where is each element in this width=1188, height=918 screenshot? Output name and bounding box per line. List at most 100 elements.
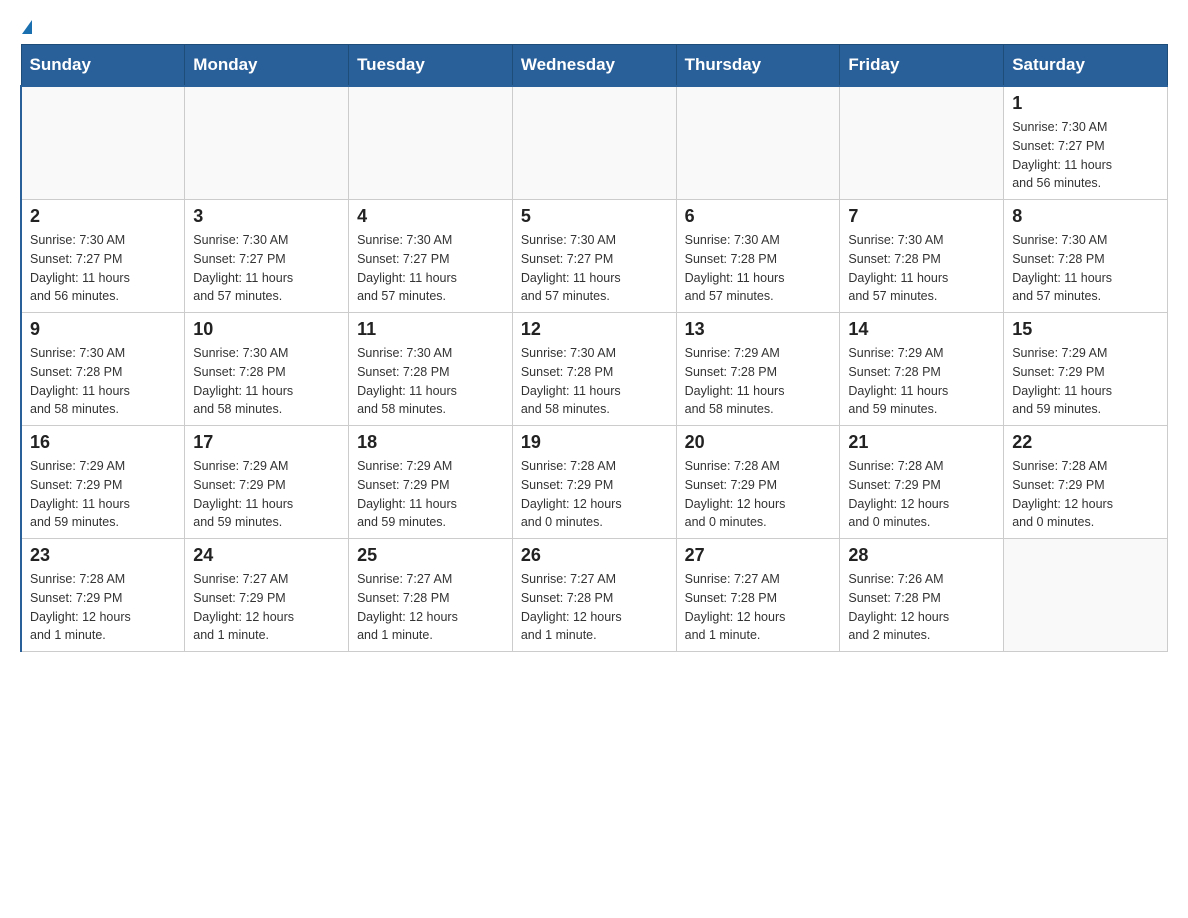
calendar-table: SundayMondayTuesdayWednesdayThursdayFrid…: [20, 44, 1168, 652]
day-number: 19: [521, 432, 668, 453]
day-info: Sunrise: 7:29 AM Sunset: 7:28 PM Dayligh…: [848, 344, 995, 419]
calendar-cell: 27 Sunrise: 7:27 AM Sunset: 7:28 PM Dayli…: [676, 539, 840, 652]
day-info: Sunrise: 7:30 AM Sunset: 7:28 PM Dayligh…: [1012, 231, 1159, 306]
calendar-week-row: 9 Sunrise: 7:30 AM Sunset: 7:28 PM Daylig…: [21, 313, 1168, 426]
day-info: Sunrise: 7:30 AM Sunset: 7:27 PM Dayligh…: [30, 231, 176, 306]
day-info: Sunrise: 7:29 AM Sunset: 7:28 PM Dayligh…: [685, 344, 832, 419]
day-number: 23: [30, 545, 176, 566]
day-number: 1: [1012, 93, 1159, 114]
day-info: Sunrise: 7:27 AM Sunset: 7:28 PM Dayligh…: [357, 570, 504, 645]
day-info: Sunrise: 7:30 AM Sunset: 7:28 PM Dayligh…: [30, 344, 176, 419]
calendar-cell: 12 Sunrise: 7:30 AM Sunset: 7:28 PM Dayli…: [512, 313, 676, 426]
calendar-cell: 23 Sunrise: 7:28 AM Sunset: 7:29 PM Dayli…: [21, 539, 185, 652]
day-info: Sunrise: 7:30 AM Sunset: 7:28 PM Dayligh…: [357, 344, 504, 419]
calendar-cell: [676, 86, 840, 200]
day-number: 22: [1012, 432, 1159, 453]
calendar-cell: 16 Sunrise: 7:29 AM Sunset: 7:29 PM Dayli…: [21, 426, 185, 539]
day-info: Sunrise: 7:30 AM Sunset: 7:27 PM Dayligh…: [521, 231, 668, 306]
logo-triangle-icon: [22, 20, 32, 34]
day-number: 18: [357, 432, 504, 453]
logo: [20, 20, 32, 34]
day-number: 13: [685, 319, 832, 340]
day-number: 10: [193, 319, 340, 340]
calendar-body: 1 Sunrise: 7:30 AM Sunset: 7:27 PM Daylig…: [21, 86, 1168, 652]
weekday-header-thursday: Thursday: [676, 45, 840, 87]
day-info: Sunrise: 7:27 AM Sunset: 7:28 PM Dayligh…: [685, 570, 832, 645]
day-info: Sunrise: 7:29 AM Sunset: 7:29 PM Dayligh…: [357, 457, 504, 532]
calendar-cell: [21, 86, 185, 200]
calendar-week-row: 16 Sunrise: 7:29 AM Sunset: 7:29 PM Dayli…: [21, 426, 1168, 539]
day-info: Sunrise: 7:30 AM Sunset: 7:27 PM Dayligh…: [193, 231, 340, 306]
weekday-header-sunday: Sunday: [21, 45, 185, 87]
day-number: 17: [193, 432, 340, 453]
calendar-cell: 28 Sunrise: 7:26 AM Sunset: 7:28 PM Dayli…: [840, 539, 1004, 652]
day-info: Sunrise: 7:26 AM Sunset: 7:28 PM Dayligh…: [848, 570, 995, 645]
calendar-cell: 11 Sunrise: 7:30 AM Sunset: 7:28 PM Dayli…: [349, 313, 513, 426]
day-number: 16: [30, 432, 176, 453]
calendar-cell: 4 Sunrise: 7:30 AM Sunset: 7:27 PM Daylig…: [349, 200, 513, 313]
day-info: Sunrise: 7:28 AM Sunset: 7:29 PM Dayligh…: [30, 570, 176, 645]
weekday-header-wednesday: Wednesday: [512, 45, 676, 87]
day-info: Sunrise: 7:30 AM Sunset: 7:27 PM Dayligh…: [357, 231, 504, 306]
day-info: Sunrise: 7:28 AM Sunset: 7:29 PM Dayligh…: [1012, 457, 1159, 532]
day-number: 25: [357, 545, 504, 566]
day-info: Sunrise: 7:28 AM Sunset: 7:29 PM Dayligh…: [685, 457, 832, 532]
day-info: Sunrise: 7:30 AM Sunset: 7:28 PM Dayligh…: [685, 231, 832, 306]
day-number: 9: [30, 319, 176, 340]
day-number: 3: [193, 206, 340, 227]
calendar-cell: [349, 86, 513, 200]
calendar-cell: 1Sunrise: 7:30 AM Sunset: 7:27 PM Daylig…: [1004, 86, 1168, 200]
calendar-cell: 22 Sunrise: 7:28 AM Sunset: 7:29 PM Dayli…: [1004, 426, 1168, 539]
calendar-cell: 3 Sunrise: 7:30 AM Sunset: 7:27 PM Daylig…: [185, 200, 349, 313]
weekday-header-monday: Monday: [185, 45, 349, 87]
day-info: Sunrise: 7:27 AM Sunset: 7:29 PM Dayligh…: [193, 570, 340, 645]
day-number: 14: [848, 319, 995, 340]
calendar-cell: 17 Sunrise: 7:29 AM Sunset: 7:29 PM Dayli…: [185, 426, 349, 539]
day-number: 5: [521, 206, 668, 227]
weekday-header-tuesday: Tuesday: [349, 45, 513, 87]
calendar-cell: [840, 86, 1004, 200]
day-number: 26: [521, 545, 668, 566]
day-number: 27: [685, 545, 832, 566]
day-number: 21: [848, 432, 995, 453]
calendar-cell: 25 Sunrise: 7:27 AM Sunset: 7:28 PM Dayli…: [349, 539, 513, 652]
day-info: Sunrise: 7:30 AM Sunset: 7:28 PM Dayligh…: [193, 344, 340, 419]
calendar-cell: 14 Sunrise: 7:29 AM Sunset: 7:28 PM Dayli…: [840, 313, 1004, 426]
day-info: Sunrise: 7:29 AM Sunset: 7:29 PM Dayligh…: [30, 457, 176, 532]
calendar-cell: 10 Sunrise: 7:30 AM Sunset: 7:28 PM Dayli…: [185, 313, 349, 426]
calendar-header: SundayMondayTuesdayWednesdayThursdayFrid…: [21, 45, 1168, 87]
day-number: 11: [357, 319, 504, 340]
calendar-cell: 20 Sunrise: 7:28 AM Sunset: 7:29 PM Dayli…: [676, 426, 840, 539]
day-number: 7: [848, 206, 995, 227]
day-info: Sunrise: 7:27 AM Sunset: 7:28 PM Dayligh…: [521, 570, 668, 645]
calendar-cell: [512, 86, 676, 200]
day-number: 15: [1012, 319, 1159, 340]
day-number: 12: [521, 319, 668, 340]
calendar-week-row: 23 Sunrise: 7:28 AM Sunset: 7:29 PM Dayli…: [21, 539, 1168, 652]
day-number: 20: [685, 432, 832, 453]
calendar-cell: 15Sunrise: 7:29 AM Sunset: 7:29 PM Dayli…: [1004, 313, 1168, 426]
weekday-header-friday: Friday: [840, 45, 1004, 87]
calendar-cell: 7 Sunrise: 7:30 AM Sunset: 7:28 PM Daylig…: [840, 200, 1004, 313]
calendar-cell: 5 Sunrise: 7:30 AM Sunset: 7:27 PM Daylig…: [512, 200, 676, 313]
day-info: Sunrise: 7:30 AM Sunset: 7:28 PM Dayligh…: [848, 231, 995, 306]
calendar-cell: 2Sunrise: 7:30 AM Sunset: 7:27 PM Daylig…: [21, 200, 185, 313]
weekday-header-row: SundayMondayTuesdayWednesdayThursdayFrid…: [21, 45, 1168, 87]
day-number: 4: [357, 206, 504, 227]
calendar-cell: 6Sunrise: 7:30 AM Sunset: 7:28 PM Daylig…: [676, 200, 840, 313]
weekday-header-saturday: Saturday: [1004, 45, 1168, 87]
day-number: 24: [193, 545, 340, 566]
calendar-cell: 19 Sunrise: 7:28 AM Sunset: 7:29 PM Dayli…: [512, 426, 676, 539]
calendar-cell: 21 Sunrise: 7:28 AM Sunset: 7:29 PM Dayli…: [840, 426, 1004, 539]
calendar-cell: 24 Sunrise: 7:27 AM Sunset: 7:29 PM Dayli…: [185, 539, 349, 652]
calendar-cell: [185, 86, 349, 200]
day-info: Sunrise: 7:30 AM Sunset: 7:28 PM Dayligh…: [521, 344, 668, 419]
calendar-cell: 26 Sunrise: 7:27 AM Sunset: 7:28 PM Dayli…: [512, 539, 676, 652]
day-info: Sunrise: 7:28 AM Sunset: 7:29 PM Dayligh…: [521, 457, 668, 532]
calendar-week-row: 1Sunrise: 7:30 AM Sunset: 7:27 PM Daylig…: [21, 86, 1168, 200]
day-info: Sunrise: 7:29 AM Sunset: 7:29 PM Dayligh…: [193, 457, 340, 532]
day-number: 28: [848, 545, 995, 566]
day-info: Sunrise: 7:28 AM Sunset: 7:29 PM Dayligh…: [848, 457, 995, 532]
day-number: 8: [1012, 206, 1159, 227]
calendar-cell: [1004, 539, 1168, 652]
